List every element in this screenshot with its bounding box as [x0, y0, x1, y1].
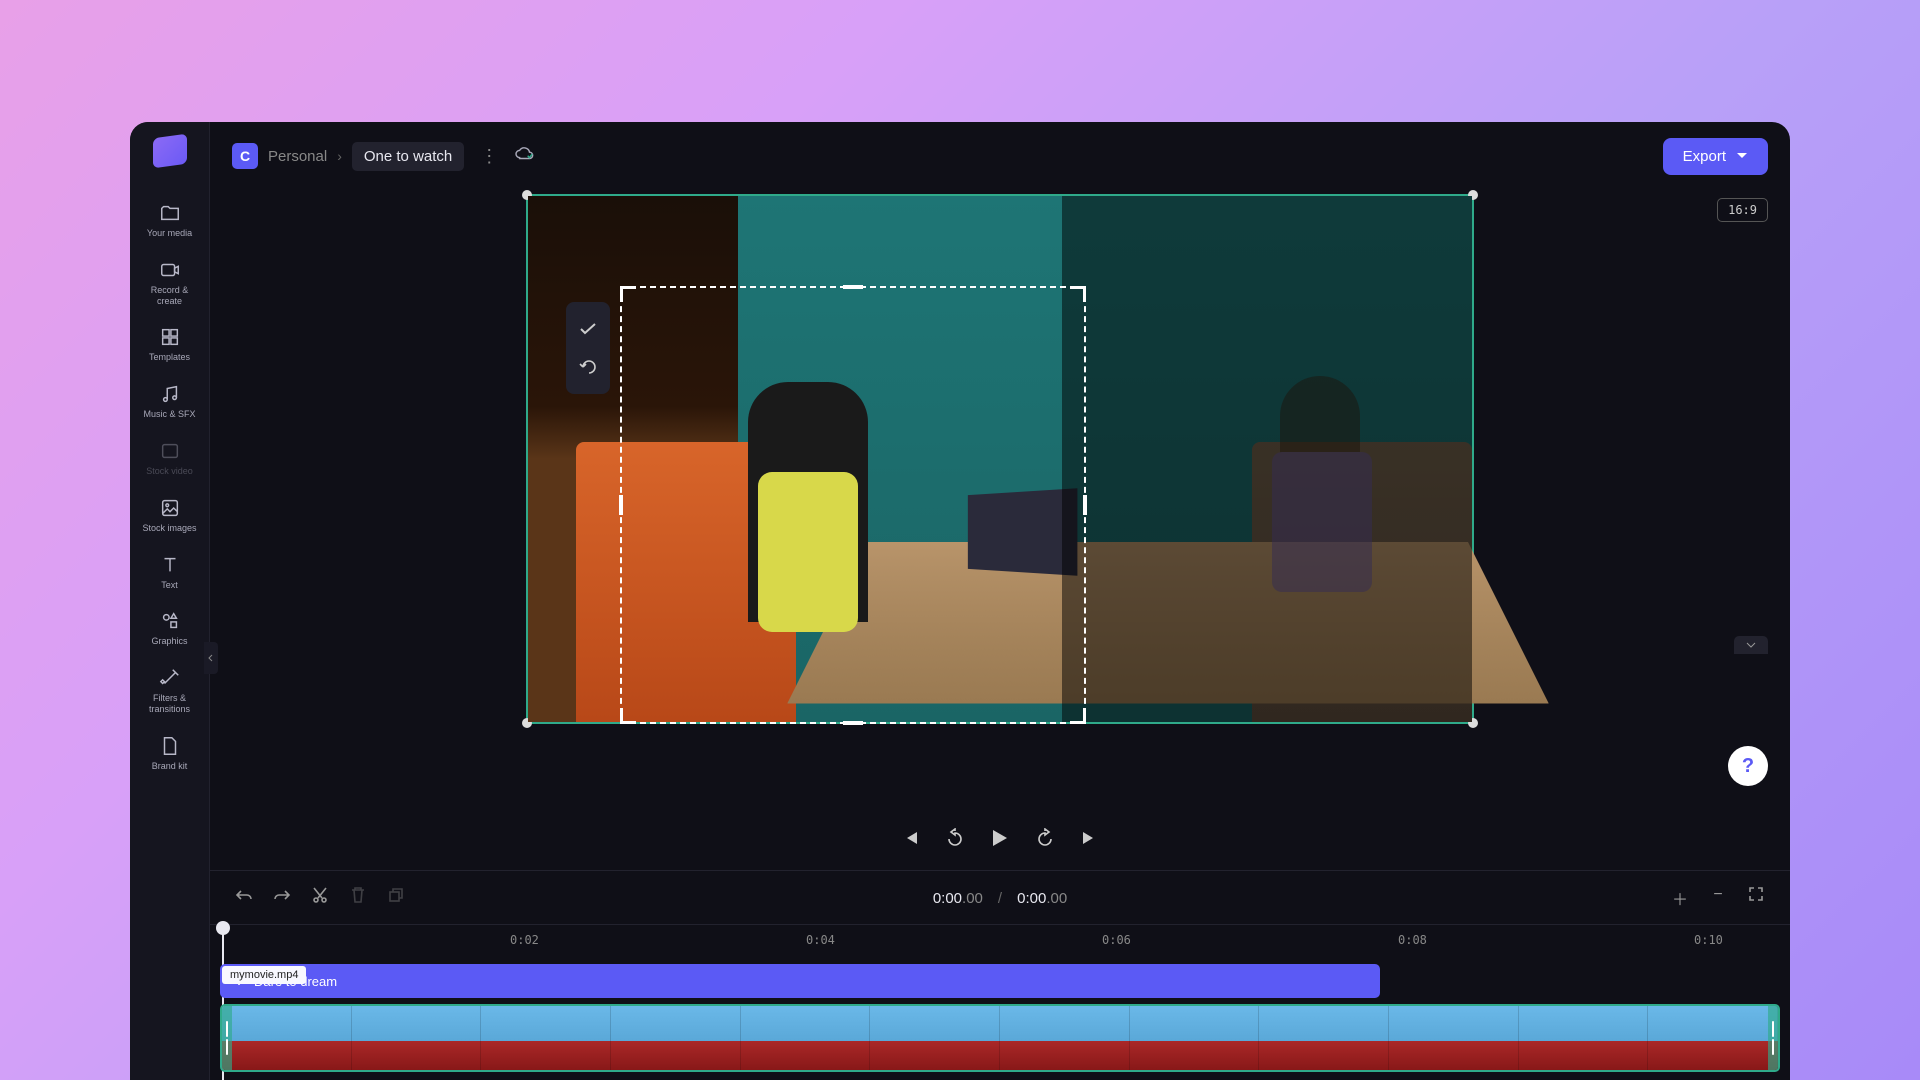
nav-templates[interactable]: Templates — [138, 316, 202, 373]
timeline-tracks: Dare to dream mymovie.mp4 — [210, 956, 1790, 1080]
duplicate-button[interactable] — [384, 887, 408, 908]
nav-music-sfx[interactable]: Music & SFX — [138, 373, 202, 430]
crop-selection[interactable] — [620, 286, 1086, 724]
clip-grip-left[interactable] — [222, 1006, 232, 1070]
nav-graphics[interactable]: Graphics — [138, 600, 202, 657]
project-title[interactable]: One to watch — [352, 142, 464, 171]
zoom-out-button[interactable]: − — [1706, 886, 1730, 910]
skip-forward-button[interactable] — [1081, 830, 1097, 851]
top-bar: C Personal › One to watch ⋮ Export — [210, 122, 1790, 190]
nav-text[interactable]: Text — [138, 544, 202, 601]
split-button[interactable] — [308, 886, 332, 909]
crop-confirm-button[interactable] — [566, 310, 610, 348]
project-menu[interactable]: ⋮ — [474, 146, 504, 167]
nav-stock-video[interactable]: Stock video — [138, 430, 202, 487]
filename-tooltip: mymovie.mp4 — [222, 966, 306, 984]
clip-grip-right[interactable] — [1768, 1006, 1778, 1070]
play-button[interactable] — [991, 828, 1009, 853]
transport-controls — [210, 810, 1790, 870]
video-frame[interactable] — [526, 194, 1474, 724]
workspace-name[interactable]: Personal — [268, 148, 327, 165]
undo-button[interactable] — [232, 888, 256, 907]
nav-brand-kit[interactable]: Brand kit — [138, 725, 202, 782]
delete-button[interactable] — [346, 886, 370, 909]
help-button[interactable]: ? — [1728, 746, 1768, 786]
skip-back-button[interactable] — [903, 830, 919, 851]
app-logo — [153, 134, 187, 169]
nav-stock-images[interactable]: Stock images — [138, 487, 202, 544]
time-display: 0:00.00 / 0:00.00 — [933, 889, 1067, 907]
aspect-ratio-selector[interactable]: 16:9 — [1717, 198, 1768, 222]
crop-toolbar — [566, 302, 610, 394]
left-sidebar: Your media Record & create Templates Mus… — [130, 122, 210, 1080]
panel-expand-toggle[interactable] — [1734, 636, 1768, 654]
redo-button[interactable] — [270, 888, 294, 907]
zoom-in-button[interactable]: ＋ — [1668, 886, 1692, 910]
export-button[interactable]: Export — [1663, 138, 1768, 175]
timeline-ruler[interactable]: 0:02 0:04 0:06 0:08 0:10 — [210, 924, 1790, 956]
video-clip[interactable] — [220, 1004, 1780, 1072]
nav-filters-transitions[interactable]: Filters & transitions — [138, 657, 202, 725]
crop-undo-button[interactable] — [566, 348, 610, 386]
fit-timeline-button[interactable] — [1744, 886, 1768, 910]
preview-canvas: 16:9 — [210, 190, 1790, 810]
forward-button[interactable] — [1035, 828, 1055, 853]
breadcrumb-separator: › — [337, 148, 342, 164]
timeline-toolbar: 0:00.00 / 0:00.00 ＋ − — [210, 870, 1790, 924]
rewind-button[interactable] — [945, 828, 965, 853]
nav-record-create[interactable]: Record & create — [138, 249, 202, 317]
nav-your-media[interactable]: Your media — [138, 192, 202, 249]
sync-status-icon[interactable] — [514, 145, 536, 168]
workspace-badge[interactable]: C — [232, 143, 258, 169]
text-clip[interactable]: Dare to dream mymovie.mp4 — [220, 964, 1380, 998]
